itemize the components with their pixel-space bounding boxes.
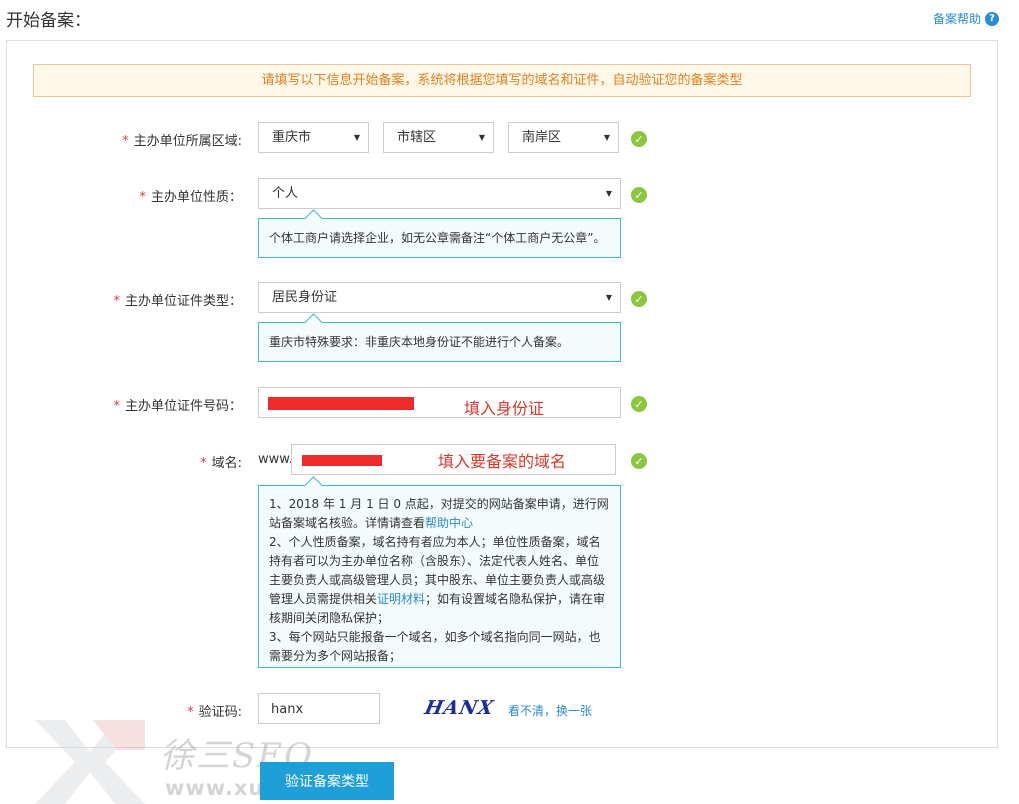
captcha-image[interactable]: HANX — [423, 697, 496, 719]
dropdown-arrow-icon: ▼ — [605, 189, 612, 198]
domain-annotation: 填入要备案的域名 — [438, 452, 567, 471]
cert-type-value: 居民身份证 — [272, 290, 338, 305]
nature-label-text: 主办单位性质： — [150, 190, 242, 205]
dropdown-arrow-icon: ▼ — [605, 293, 612, 302]
required-mark: * — [200, 456, 207, 471]
dropdown-arrow-icon: ▼ — [603, 133, 610, 142]
cert-type-tip: 重庆市特殊要求：非重庆本地身份证不能进行个人备案。 — [258, 322, 621, 362]
nature-label: * 主办单位性质： — [0, 186, 242, 205]
check-icon: ✓ — [631, 131, 647, 147]
check-icon: ✓ — [631, 453, 647, 469]
check-icon: ✓ — [631, 291, 647, 307]
dropdown-arrow-icon: ▼ — [353, 133, 360, 142]
domain-label: * 域名: — [0, 452, 242, 471]
domain-prefix: www. — [258, 452, 293, 467]
region-label: * 主办单位所属区域: — [0, 130, 242, 149]
help-link[interactable]: 备案帮助 ? — [933, 10, 999, 27]
district-value: 南岸区 — [522, 130, 562, 145]
nature-select[interactable]: 个人 ▼ — [258, 178, 621, 209]
cert-type-label-text: 主办单位证件类型： — [124, 294, 242, 309]
redaction-mark — [302, 455, 382, 466]
cert-type-select[interactable]: 居民身份证 ▼ — [258, 282, 621, 313]
province-select[interactable]: 重庆市 ▼ — [258, 122, 369, 153]
proof-materials-link[interactable]: 证明材料 — [377, 592, 425, 606]
dropdown-arrow-icon: ▼ — [478, 133, 485, 142]
district-select[interactable]: 南岸区 ▼ — [508, 122, 619, 153]
help-link-label: 备案帮助 — [932, 12, 981, 26]
city-select[interactable]: 市辖区 ▼ — [383, 122, 494, 153]
cert-no-label-text: 主办单位证件号码： — [124, 399, 242, 414]
nature-tip: 个体工商户请选择企业，如无公章需备注“个体工商户无公章”。 — [258, 218, 621, 258]
nature-value: 个人 — [272, 186, 299, 201]
check-icon: ✓ — [631, 187, 647, 203]
help-center-link[interactable]: 帮助中心 — [425, 516, 473, 530]
question-icon: ? — [985, 11, 999, 26]
info-notice: 请填写以下信息开始备案，系统将根据您填写的域名和证件，自动验证您的备案类型 — [33, 64, 971, 97]
domain-tip-item-2: 2、个人性质备案，域名持有者应为本人；单位性质备案，域名持有者可以为主办单位名称… — [269, 533, 610, 628]
required-mark: * — [139, 190, 146, 205]
cert-no-label: * 主办单位证件号码： — [0, 395, 242, 414]
required-mark: * — [122, 134, 129, 149]
refresh-captcha-link[interactable]: 看不清，换一张 — [508, 702, 592, 719]
verify-type-button[interactable]: 验证备案类型 — [260, 762, 394, 800]
captcha-value: hanx — [271, 702, 304, 717]
captcha-label: * 验证码: — [0, 701, 242, 720]
domain-label-text: 域名: — [211, 456, 242, 471]
watermark-logo-icon — [35, 720, 145, 804]
domain-tip-item-3: 3、每个网站只能报备一个域名，如多个域名指向同一网站，也需要分为多个网站报备； — [269, 630, 601, 663]
required-mark: * — [113, 294, 120, 309]
domain-tip: 1、2018 年 1 月 1 日 0 点起，对提交的网站备案申请，进行网站备案域… — [258, 485, 621, 668]
cert-type-tip-text: 重庆市特殊要求：非重庆本地身份证不能进行个人备案。 — [269, 335, 570, 349]
region-label-text: 主办单位所属区域: — [133, 134, 242, 149]
redaction-mark — [268, 397, 414, 410]
captcha-input[interactable]: hanx — [258, 693, 380, 724]
nature-tip-text: 个体工商户请选择企业，如无公章需备注“个体工商户无公章”。 — [269, 231, 606, 245]
required-mark: * — [187, 705, 194, 720]
captcha-label-text: 验证码: — [198, 705, 242, 720]
city-value: 市辖区 — [397, 130, 437, 145]
required-mark: * — [113, 399, 120, 414]
cert-no-annotation: 填入身份证 — [464, 399, 545, 418]
cert-type-label: * 主办单位证件类型： — [0, 290, 242, 309]
check-icon: ✓ — [631, 396, 647, 412]
page-title: 开始备案： — [6, 11, 91, 31]
domain-tip-item-1: 1、2018 年 1 月 1 日 0 点起，对提交的网站备案申请，进行网站备案域… — [269, 495, 610, 533]
province-value: 重庆市 — [272, 130, 312, 145]
